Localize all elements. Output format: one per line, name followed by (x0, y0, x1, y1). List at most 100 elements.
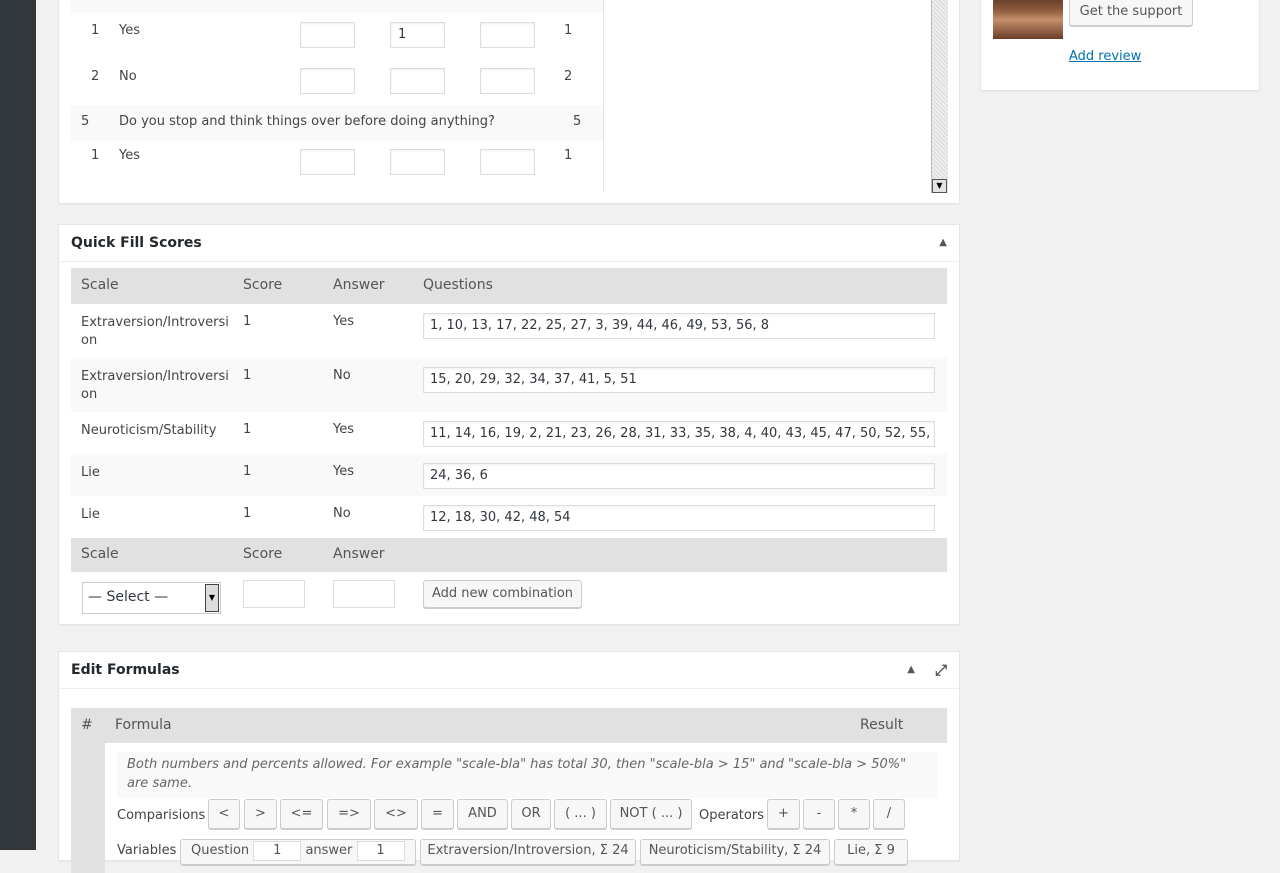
row-number-column (71, 743, 105, 873)
answer-order: 1 (564, 148, 573, 163)
questions-input[interactable]: 11, 14, 16, 19, 2, 21, 23, 26, 28, 31, 3… (423, 421, 935, 447)
score-input[interactable] (243, 580, 305, 608)
add-combination-button[interactable]: Add new combination (423, 580, 582, 608)
panel-title: Quick Fill Scores (71, 235, 202, 251)
cell-answer: Yes (333, 314, 354, 329)
fullscreen-icon[interactable]: ⤢ (935, 652, 947, 688)
questions-input[interactable]: 24, 36, 6 (423, 463, 935, 489)
comparisons-label: Comparisions (117, 808, 206, 823)
questions-input[interactable]: 15, 20, 29, 32, 34, 37, 41, 5, 51 (423, 367, 935, 393)
answer-row: 1 Yes 1 1 (71, 13, 603, 59)
col-num: # (81, 717, 93, 733)
col-questions: Questions (423, 277, 493, 293)
add-review-link[interactable]: Add review (1069, 49, 1141, 64)
answer-input[interactable]: 1 (390, 22, 445, 48)
question-number-input[interactable]: 1 (253, 840, 302, 861)
question-row (71, 0, 603, 13)
op-plus-button[interactable]: + (767, 799, 800, 829)
answer-input[interactable] (300, 68, 355, 94)
op-or-button[interactable]: OR (511, 799, 551, 829)
operators-label: Operators (699, 808, 764, 823)
op-multiply-button[interactable]: * (838, 799, 870, 829)
scale-variable-button[interactable]: Neuroticism/Stability, Σ 24 (640, 839, 830, 865)
panel-title: Edit Formulas (71, 662, 180, 678)
new-combination-row: — Select — ▼ Add new combination (71, 572, 947, 624)
col-answer: Answer (333, 546, 385, 562)
answer-input[interactable] (390, 68, 445, 94)
cell-answer: Yes (333, 464, 354, 479)
op-parens-button[interactable]: ( ... ) (554, 799, 607, 829)
quick-fill-panel: Quick Fill Scores ▲ Scale Score Answer Q… (58, 224, 960, 625)
collapse-icon[interactable]: ▲ (939, 225, 947, 261)
answer-input[interactable] (480, 68, 535, 94)
answer-order: 2 (564, 69, 573, 84)
chevron-down-icon[interactable]: ▼ (205, 584, 219, 612)
cell-scale: Extraversion/Introversion (81, 369, 229, 402)
op-minus-button[interactable]: - (803, 799, 835, 829)
panel-header[interactable]: Quick Fill Scores ▲ (59, 225, 959, 262)
admin-sidebar (0, 0, 36, 850)
questions-list: 1 Yes 1 1 2 No 2 5 Do you stop and think… (71, 0, 604, 191)
op-eq-button[interactable]: = (421, 799, 454, 829)
op-not-button[interactable]: NOT ( ... ) (610, 799, 692, 829)
cell-score: 1 (243, 368, 252, 383)
cell-scale: Extraversion/Introversion (81, 315, 229, 348)
cell-answer: Yes (333, 422, 354, 437)
answer-input[interactable] (480, 22, 535, 48)
support-panel: Get the support Add review (980, 0, 1260, 91)
answer-row: 2 No 2 (71, 59, 603, 105)
scroll-down-icon[interactable]: ▼ (932, 179, 947, 193)
new-combination-header: Scale Score Answer (71, 538, 947, 572)
cell-score: 1 (243, 314, 252, 329)
cell-scale: Lie (81, 507, 100, 522)
answer-order: 1 (564, 23, 573, 38)
scale-variable-button[interactable]: Extraversion/Introversion, Σ 24 (420, 839, 636, 865)
questions-input[interactable]: 1, 10, 13, 17, 22, 25, 27, 3, 39, 44, 46… (423, 313, 935, 339)
get-support-button[interactable]: Get the support (1069, 0, 1193, 26)
avatar (993, 0, 1063, 39)
scale-select[interactable]: — Select — ▼ (82, 582, 221, 614)
answer-label: No (119, 69, 137, 84)
questions-panel: 1 Yes 1 1 2 No 2 5 Do you stop and think… (58, 0, 960, 204)
table-row: Neuroticism/Stability 1 Yes 11, 14, 16, … (71, 412, 947, 454)
cell-scale: Neuroticism/Stability (81, 423, 217, 438)
table-row: Extraversion/Introversion 1 No 15, 20, 2… (71, 358, 947, 412)
questions-input[interactable]: 12, 18, 30, 42, 48, 54 (423, 505, 935, 531)
question-row: 5 Do you stop and think things over befo… (71, 105, 603, 141)
question-text: Do you stop and think things over before… (119, 114, 495, 129)
variables-label: Variables (117, 843, 177, 858)
col-score: Score (243, 546, 283, 562)
vertical-scrollbar[interactable]: ▼ (931, 0, 948, 193)
cell-answer: No (333, 368, 351, 383)
answer-number-input[interactable]: 1 (356, 840, 405, 861)
op-gt-button[interactable]: > (244, 799, 277, 829)
answer-label: Yes (119, 23, 140, 38)
answer-input[interactable] (390, 149, 445, 175)
col-result: Result (860, 717, 904, 733)
col-scale: Scale (81, 277, 119, 293)
panel-header[interactable]: Edit Formulas ▲ ⤢ (59, 652, 959, 689)
answer-input[interactable] (333, 580, 395, 608)
col-formula: Formula (115, 717, 172, 733)
answer-input[interactable] (300, 149, 355, 175)
question-number: 5 (81, 114, 90, 129)
question-variable-button[interactable]: Question 1 answer 1 (180, 839, 416, 865)
collapse-icon[interactable]: ▲ (907, 652, 915, 688)
op-ne-button[interactable]: <> (374, 799, 418, 829)
cell-scale: Lie (81, 465, 100, 480)
formula-hint: Both numbers and percents allowed. For e… (117, 752, 937, 798)
op-divide-button[interactable]: / (873, 799, 905, 829)
op-le-button[interactable]: <= (280, 799, 323, 829)
op-ge-button[interactable]: => (327, 799, 371, 829)
answer-input[interactable] (480, 149, 535, 175)
scale-select-value: — Select — (88, 589, 169, 605)
op-and-button[interactable]: AND (457, 799, 508, 829)
col-scale: Scale (81, 546, 119, 562)
answer-input[interactable] (300, 22, 355, 48)
table-row: Extraversion/Introversion 1 Yes 1, 10, 1… (71, 304, 947, 358)
scale-variable-button[interactable]: Lie, Σ 9 (834, 839, 908, 865)
op-lt-button[interactable]: < (208, 799, 240, 829)
col-answer: Answer (333, 277, 385, 293)
cell-score: 1 (243, 422, 252, 437)
answer-number: 2 (91, 69, 100, 84)
